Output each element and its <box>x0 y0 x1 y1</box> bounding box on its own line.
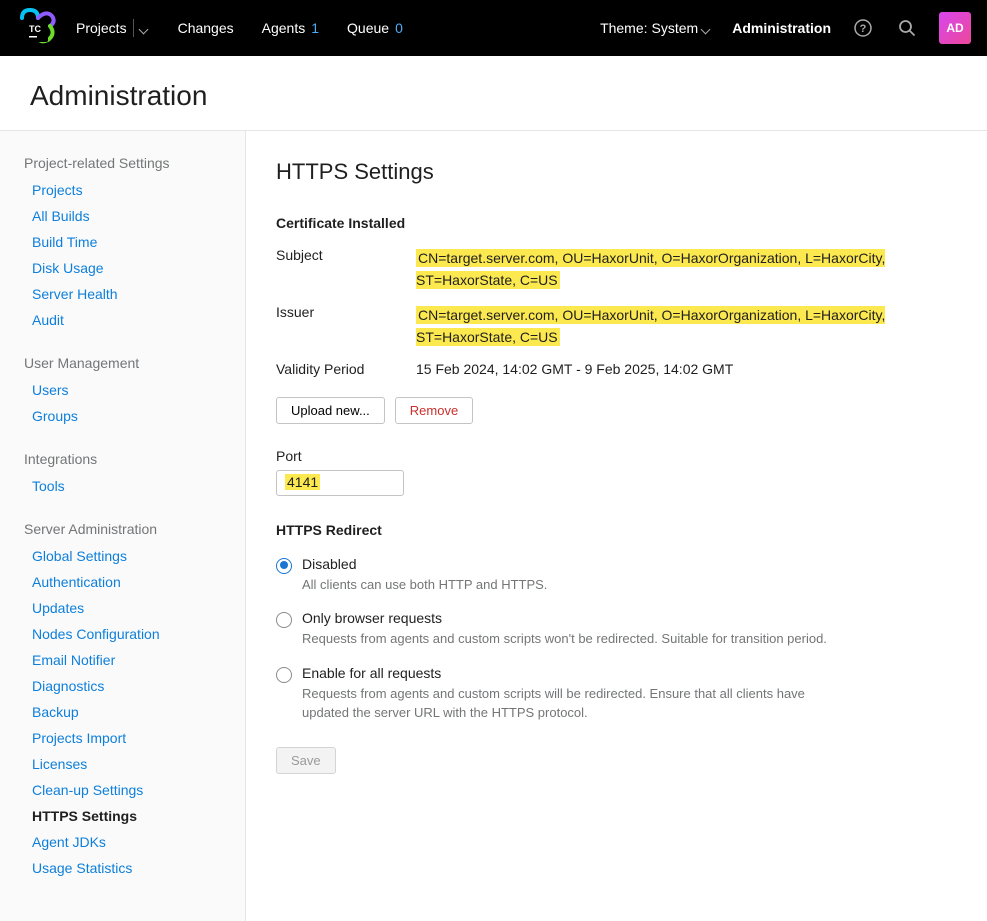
cert-validity-label: Validity Period <box>276 361 416 377</box>
port-label: Port <box>276 448 957 464</box>
nav-administration[interactable]: Administration <box>732 20 831 36</box>
redirect-radio-row: Enable for all requests Requests from age… <box>276 657 957 731</box>
cert-issuer-value: CN=target.server.com, OU=HaxorUnit, O=Ha… <box>416 304 956 349</box>
sidebar-item-audit[interactable]: Audit <box>0 307 245 333</box>
redirect-radio-group: Disabled All clients can use both HTTP an… <box>276 548 957 731</box>
cert-heading: Certificate Installed <box>276 215 957 231</box>
sidebar-item-nodes-configuration[interactable]: Nodes Configuration <box>0 621 245 647</box>
cert-subject-label: Subject <box>276 247 416 263</box>
cert-issuer-label: Issuer <box>276 304 416 320</box>
svg-text:?: ? <box>860 23 867 35</box>
sidebar-item-global-settings[interactable]: Global Settings <box>0 543 245 569</box>
sidebar-item-build-time[interactable]: Build Time <box>0 229 245 255</box>
svg-text:TC: TC <box>29 24 41 34</box>
sidebar-item-disk-usage[interactable]: Disk Usage <box>0 255 245 281</box>
avatar[interactable]: AD <box>939 12 971 44</box>
cert-issuer-row: Issuer CN=target.server.com, OU=HaxorUni… <box>276 298 957 355</box>
sidebar-group-title: Project-related Settings <box>0 149 245 177</box>
nav-changes-label: Changes <box>178 20 234 36</box>
sidebar-item-server-health[interactable]: Server Health <box>0 281 245 307</box>
nav-queue[interactable]: Queue 0 <box>347 20 403 36</box>
remove-button[interactable]: Remove <box>395 397 473 424</box>
theme-selector[interactable]: Theme: System <box>600 20 712 36</box>
sidebar-item-clean-up-settings[interactable]: Clean-up Settings <box>0 777 245 803</box>
content-title: HTTPS Settings <box>276 159 957 185</box>
page-title-row: Administration <box>0 56 987 131</box>
redirect-radio-row: Only browser requests Requests from agent… <box>276 602 957 657</box>
sidebar-item-projects[interactable]: Projects <box>0 177 245 203</box>
help-button[interactable]: ? <box>851 16 875 40</box>
radio-body: Disabled All clients can use both HTTP an… <box>302 556 957 595</box>
cert-button-row: Upload new... Remove <box>276 397 957 424</box>
logo[interactable]: TC <box>16 8 56 48</box>
sidebar-item-updates[interactable]: Updates <box>0 595 245 621</box>
redirect-radio-2[interactable] <box>276 667 292 683</box>
radio-body: Enable for all requests Requests from age… <box>302 665 957 723</box>
search-button[interactable] <box>895 16 919 40</box>
nav-items: Projects Changes Agents 1 Queue 0 <box>76 19 403 37</box>
nav-projects[interactable]: Projects <box>76 19 150 37</box>
redirect-radio-row: Disabled All clients can use both HTTP an… <box>276 548 957 603</box>
redirect-radio-1[interactable] <box>276 612 292 628</box>
sidebar-group-title: Server Administration <box>0 515 245 543</box>
sidebar-group-title: Integrations <box>0 445 245 473</box>
cert-table: Subject CN=target.server.com, OU=HaxorUn… <box>276 241 957 383</box>
sidebar-item-backup[interactable]: Backup <box>0 699 245 725</box>
redirect-heading: HTTPS Redirect <box>276 522 957 538</box>
cert-subject-row: Subject CN=target.server.com, OU=HaxorUn… <box>276 241 957 298</box>
nav-agents-label: Agents <box>262 20 306 36</box>
chevron-down-icon <box>702 23 712 33</box>
radio-body: Only browser requests Requests from agent… <box>302 610 957 649</box>
port-input[interactable]: 4141 <box>276 470 404 496</box>
nav-separator <box>133 19 134 37</box>
sidebar-group-title: User Management <box>0 349 245 377</box>
sidebar-item-projects-import[interactable]: Projects Import <box>0 725 245 751</box>
sidebar-item-licenses[interactable]: Licenses <box>0 751 245 777</box>
redirect-radio-desc: Requests from agents and custom scripts … <box>302 629 842 649</box>
header-right: Theme: System Administration ? AD <box>600 12 971 44</box>
content: HTTPS Settings Certificate Installed Sub… <box>246 131 987 921</box>
nav-agents-count: 1 <box>311 20 319 36</box>
redirect-radio-label[interactable]: Disabled <box>302 556 957 572</box>
sidebar: Project-related SettingsProjectsAll Buil… <box>0 131 246 921</box>
redirect-radio-desc: Requests from agents and custom scripts … <box>302 684 842 723</box>
sidebar-item-agent-jdks[interactable]: Agent JDKs <box>0 829 245 855</box>
sidebar-item-groups[interactable]: Groups <box>0 403 245 429</box>
redirect-radio-0[interactable] <box>276 558 292 574</box>
nav-projects-label: Projects <box>76 20 127 36</box>
sidebar-item-email-notifier[interactable]: Email Notifier <box>0 647 245 673</box>
save-button[interactable]: Save <box>276 747 336 774</box>
cert-subject-value: CN=target.server.com, OU=HaxorUnit, O=Ha… <box>416 247 956 292</box>
nav-queue-count: 0 <box>395 20 403 36</box>
sidebar-item-authentication[interactable]: Authentication <box>0 569 245 595</box>
redirect-radio-label[interactable]: Only browser requests <box>302 610 957 626</box>
page-title: Administration <box>30 80 957 112</box>
nav-changes[interactable]: Changes <box>178 20 234 36</box>
nav-queue-label: Queue <box>347 20 389 36</box>
chevron-down-icon <box>140 23 150 33</box>
cert-validity-row: Validity Period 15 Feb 2024, 14:02 GMT -… <box>276 355 957 383</box>
sidebar-item-diagnostics[interactable]: Diagnostics <box>0 673 245 699</box>
upload-new-button[interactable]: Upload new... <box>276 397 385 424</box>
sidebar-item-tools[interactable]: Tools <box>0 473 245 499</box>
help-icon: ? <box>853 18 873 38</box>
theme-label: Theme: <box>600 20 647 36</box>
redirect-radio-label[interactable]: Enable for all requests <box>302 665 957 681</box>
redirect-radio-desc: All clients can use both HTTP and HTTPS. <box>302 575 842 595</box>
app-header: TC Projects Changes Agents 1 Queue 0 The… <box>0 0 987 56</box>
sidebar-item-https-settings[interactable]: HTTPS Settings <box>0 803 245 829</box>
teamcity-logo-icon: TC <box>16 8 56 48</box>
cert-validity-value: 15 Feb 2024, 14:02 GMT - 9 Feb 2025, 14:… <box>416 361 956 377</box>
search-icon <box>897 18 917 38</box>
nav-agents[interactable]: Agents 1 <box>262 20 319 36</box>
sidebar-item-users[interactable]: Users <box>0 377 245 403</box>
sidebar-item-usage-statistics[interactable]: Usage Statistics <box>0 855 245 881</box>
theme-value: System <box>652 20 699 36</box>
main-layout: Project-related SettingsProjectsAll Buil… <box>0 131 987 921</box>
sidebar-item-all-builds[interactable]: All Builds <box>0 203 245 229</box>
